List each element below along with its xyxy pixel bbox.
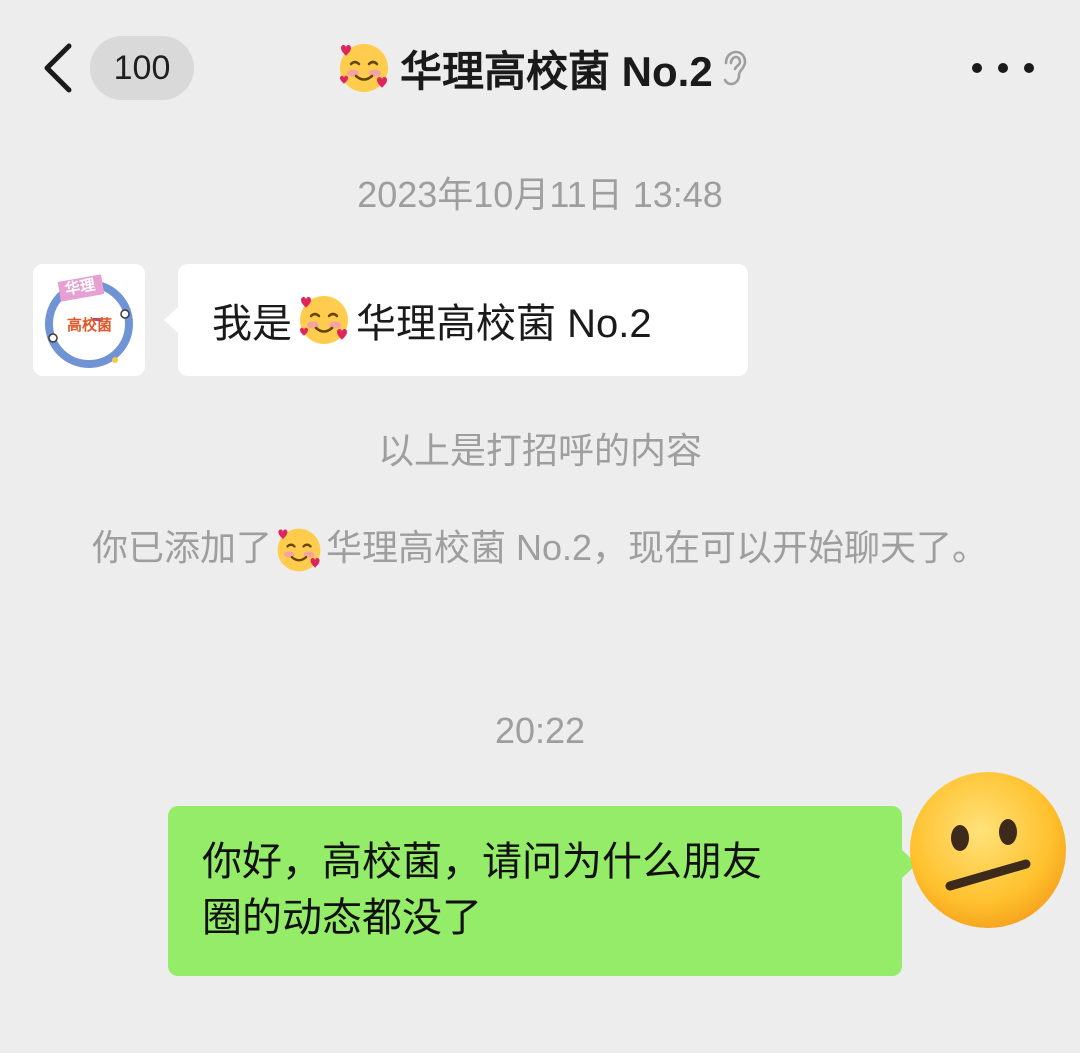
contact-avatar[interactable]: 华理 高校菌: [33, 264, 145, 376]
friend-added-suffix: 华理高校菌 No.2，现在可以开始聊天了。: [325, 527, 989, 568]
unread-count-badge[interactable]: 100: [90, 36, 194, 100]
back-chevron-icon[interactable]: [30, 40, 86, 96]
chat-title: 华理高校菌 No.2: [336, 38, 747, 98]
more-dots-icon[interactable]: [972, 50, 1034, 86]
smiling-face-with-hearts-icon: [296, 292, 352, 348]
avatar-badge-main: 高校菌: [67, 317, 113, 334]
smiling-face-with-hearts-icon: [336, 40, 392, 96]
sent-message-line: 你好，高校菌，请问为什么朋友: [202, 840, 762, 884]
sent-message-line: 圈的动态都没了: [202, 896, 482, 940]
message-timestamp: 20:22: [494, 710, 586, 751]
greeting-name: 华理高校菌 No.2: [356, 302, 652, 346]
friend-added-notice: 你已添加了 华理高校菌 No.2，现在可以开始聊天了。: [90, 520, 990, 576]
sent-message-bubble[interactable]: 你好，高校菌，请问为什么朋友 圈的动态都没了: [168, 806, 917, 976]
chat-title-text: 华理高校菌 No.2: [400, 47, 713, 95]
my-avatar-neutral-face-icon[interactable]: [906, 768, 1070, 932]
greeting-prefix: 我是: [212, 302, 292, 346]
message-timestamp: 2023年10月11日 13:48: [357, 174, 723, 215]
greeting-notice: 以上是打招呼的内容: [377, 430, 702, 471]
received-message-bubble[interactable]: 我是 华理高校菌 No.2: [164, 264, 748, 376]
ear-icon: [721, 49, 747, 87]
friend-added-prefix: 你已添加了: [91, 527, 272, 568]
smiling-face-with-hearts-icon: [274, 525, 324, 575]
